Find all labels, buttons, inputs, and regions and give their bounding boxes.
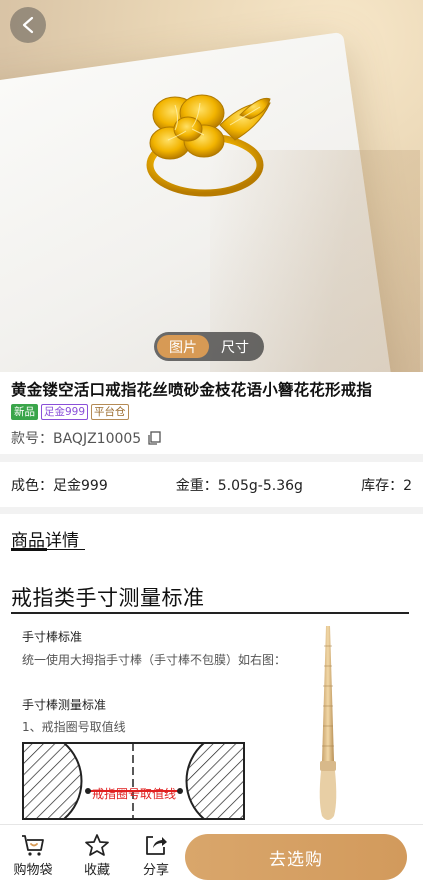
spec-gold-weight: 金重：5.05g-5.36g (175, 477, 303, 494)
tag-gold999: 足金999 (41, 404, 89, 420)
bottom-action-bar: 购物袋 收藏 分享 去选购 (0, 824, 423, 886)
share-icon (146, 836, 167, 855)
measure-standard-title: 手寸棒测量标准 (22, 698, 107, 712)
stick-standard-title: 手寸棒标准 (22, 630, 83, 644)
sku-row: 款号：BAQJZ10005 (11, 428, 413, 448)
stick-standard-text: 统一使用大拇指手寸棒（手寸棒不包膜）如右图： (22, 653, 287, 667)
copy-icon[interactable] (147, 431, 161, 445)
star-icon (85, 834, 109, 856)
measure-item: 1、戒指圈号取值线 (22, 720, 126, 734)
tag-list: 新品 足金999 平台仓 (11, 404, 413, 420)
product-title: 黄金镂空活口戒指花丝喷砂金枝花语小簪花花形戒指 (11, 381, 373, 399)
size-standard-title: 戒指类手寸测量标准 (11, 586, 205, 610)
sku-value: BAQJZ10005 (53, 431, 142, 447)
spec-stock: 库存：2 (361, 477, 412, 494)
spec-fineness: 成色：足金999 (11, 477, 108, 494)
share-button[interactable]: 分享 (131, 833, 181, 878)
favorite-button[interactable]: 收藏 (72, 833, 122, 878)
gold-ring-image (146, 94, 271, 197)
chevron-left-icon (22, 16, 34, 34)
back-button[interactable] (10, 7, 46, 43)
media-toggle: 图片 尺寸 (154, 332, 264, 361)
tag-new: 新品 (11, 404, 38, 420)
diagram-label: 戒指圈号取值线 (92, 786, 176, 801)
product-details: 商品详情 戒指类手寸测量标准 手寸棒标准 统一使用大拇指手寸棒（手寸棒不包膜）如… (0, 514, 423, 824)
tag-platform-warehouse: 平台仓 (91, 404, 129, 420)
share-label: 分享 (142, 863, 169, 878)
sku-label: 款号：BAQJZ10005 (11, 431, 142, 447)
spec-row: 成色：足金999 金重：5.05g-5.36g 库存：2 (0, 462, 423, 507)
shopping-bag-button[interactable]: 购物袋 (8, 833, 58, 878)
shopping-bag-label: 购物袋 (13, 863, 53, 878)
tab-size[interactable]: 尺寸 (209, 335, 261, 358)
details-underline-accent (11, 548, 47, 551)
shopping-bag-icon (22, 835, 44, 856)
ring-size-stick-image (319, 626, 337, 820)
ring-size-diagram: 戒指圈号取值线 (22, 742, 245, 820)
section-divider (11, 612, 409, 614)
product-info: 黄金镂空活口戒指花丝喷砂金枝花语小簪花花形戒指 新品 足金999 平台仓 款号：… (0, 372, 423, 454)
product-image[interactable]: 图片 尺寸 (0, 0, 423, 372)
tab-images[interactable]: 图片 (157, 335, 209, 358)
go-select-button[interactable]: 去选购 (185, 834, 407, 880)
favorite-label: 收藏 (83, 863, 110, 878)
